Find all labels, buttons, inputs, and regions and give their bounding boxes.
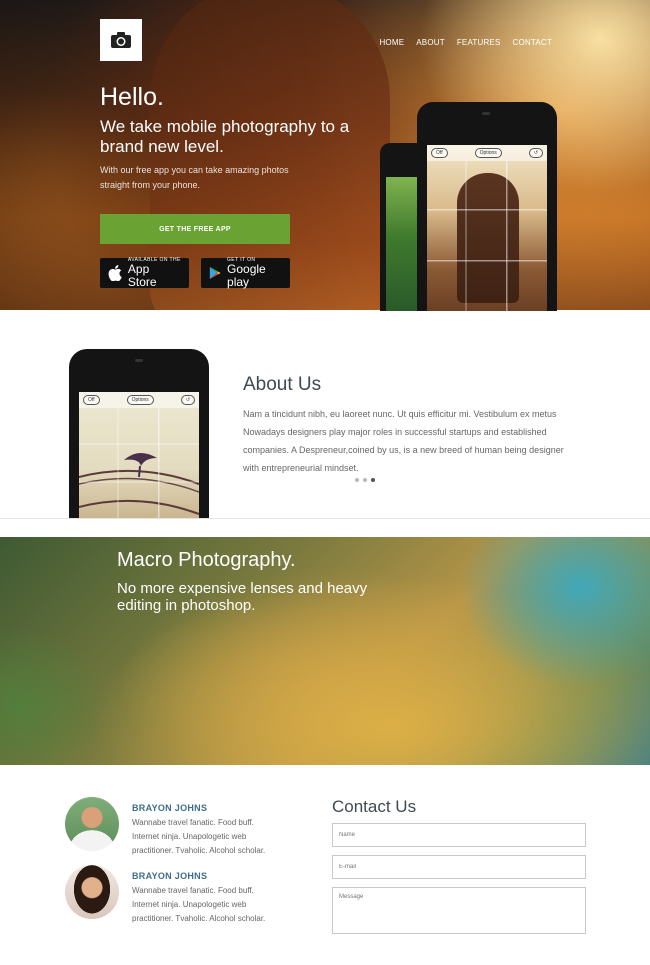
message-field[interactable] — [332, 887, 586, 934]
section-divider — [0, 518, 650, 519]
camera-toolbar: Off Options ↺ — [427, 145, 547, 161]
carousel-dot-active[interactable] — [371, 478, 375, 482]
carousel-dot[interactable] — [363, 478, 367, 482]
hero-description: With our free app you can take amazing p… — [100, 165, 289, 190]
macro-title: Macro Photography. — [117, 549, 296, 571]
team-member-name: BRAYON JOHNS — [132, 871, 208, 881]
camera-grid — [427, 161, 547, 311]
name-field[interactable] — [332, 823, 586, 847]
avatar — [65, 865, 119, 919]
about-switch-camera-icon[interactable]: ↺ — [180, 395, 195, 405]
options-button[interactable]: Options — [474, 148, 502, 158]
about-phone-speaker — [135, 359, 143, 362]
main-nav: HOME ABOUT FEATURES CONTACT — [379, 38, 552, 47]
team-member-name: BRAYON JOHNS — [132, 803, 208, 813]
phone-mockup-front: Off Options ↺ — [417, 102, 557, 311]
app-store-label: App Store — [127, 262, 157, 289]
email-field[interactable] — [332, 855, 586, 879]
hero-subtitle: We take mobile photography to a brand ne… — [100, 117, 350, 156]
phone-speaker — [482, 112, 490, 115]
apple-icon — [108, 265, 122, 281]
about-flash-toggle[interactable]: Off — [83, 395, 100, 405]
about-text: Nam a tincidunt nibh, eu laoreet nunc. U… — [243, 409, 564, 473]
about-camera-toolbar: Off Options ↺ — [79, 392, 199, 408]
team-member-bio: Wannabe travel fanatic. Food buff. Inter… — [132, 818, 266, 855]
nav-about[interactable]: ABOUT — [416, 38, 445, 47]
carousel-dots — [355, 478, 375, 482]
get-app-button[interactable]: GET THE FREE APP — [100, 214, 290, 244]
hero-title: Hello. — [100, 83, 164, 111]
camera-icon — [111, 32, 131, 48]
about-phone-screen: Off Options ↺ — [79, 392, 199, 519]
google-play-icon — [209, 266, 221, 280]
nav-features[interactable]: FEATURES — [457, 38, 501, 47]
team-member: BRAYON JOHNS Wannabe travel fanatic. Foo… — [65, 865, 275, 925]
nav-contact[interactable]: CONTACT — [513, 38, 552, 47]
about-title: About Us — [243, 374, 322, 395]
google-play-badge[interactable]: GET IT ON Google play — [201, 257, 290, 289]
team-member: BRAYON JOHNS Wannabe travel fanatic. Foo… — [65, 797, 275, 857]
macro-section — [0, 537, 650, 765]
switch-camera-icon[interactable]: ↺ — [528, 148, 543, 158]
team-member-bio: Wannabe travel fanatic. Food buff. Inter… — [132, 886, 266, 923]
logo[interactable] — [100, 19, 142, 61]
google-play-label: Google play — [227, 262, 266, 289]
app-store-badge[interactable]: AVAILABLE ON THE App Store — [100, 257, 189, 289]
flash-toggle[interactable]: Off — [431, 148, 448, 158]
avatar — [65, 797, 119, 851]
nav-home[interactable]: HOME — [379, 38, 404, 47]
carousel-dot[interactable] — [355, 478, 359, 482]
macro-subtitle: No more expensive lenses and heavy editi… — [117, 580, 368, 614]
about-options-button[interactable]: Options — [126, 395, 154, 405]
contact-title: Contact Us — [332, 797, 417, 816]
about-camera-grid — [79, 408, 199, 519]
phone-front-screen: Off Options ↺ — [427, 145, 547, 311]
about-phone-mockup: Off Options ↺ — [69, 349, 209, 519]
